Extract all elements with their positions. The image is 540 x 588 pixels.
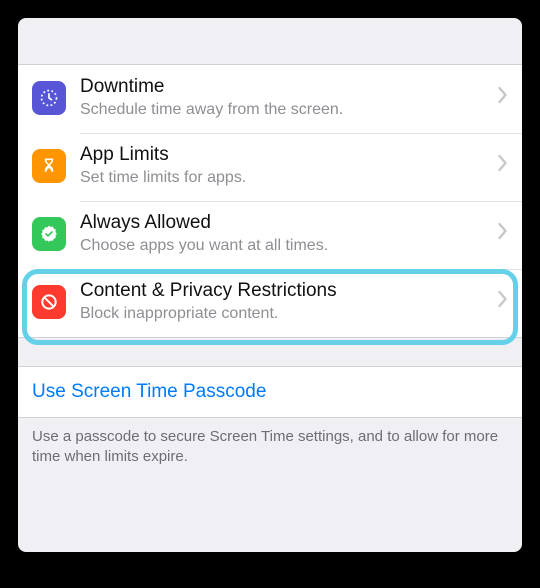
spacer [18, 338, 522, 366]
row-subtitle: Block inappropriate content. [80, 304, 491, 323]
hourglass-icon [32, 149, 66, 183]
checkmark-seal-icon [32, 217, 66, 251]
row-use-passcode[interactable]: Use Screen Time Passcode [18, 366, 522, 418]
spacer-top [18, 18, 522, 64]
row-title: App Limits [80, 144, 491, 167]
settings-group: Downtime Schedule time away from the scr… [18, 64, 522, 338]
row-app-limits[interactable]: App Limits Set time limits for apps. [18, 133, 522, 201]
row-content-privacy[interactable]: Content & Privacy Restrictions Block ina… [18, 269, 522, 337]
settings-screen: Downtime Schedule time away from the scr… [18, 18, 522, 552]
chevron-right-icon [497, 86, 508, 109]
use-passcode-link[interactable]: Use Screen Time Passcode [32, 381, 266, 402]
row-title: Content & Privacy Restrictions [80, 280, 491, 303]
chevron-right-icon [497, 154, 508, 177]
chevron-right-icon [497, 290, 508, 313]
downtime-icon [32, 81, 66, 115]
no-symbol-icon [32, 285, 66, 319]
row-subtitle: Choose apps you want at all times. [80, 236, 491, 255]
row-title: Always Allowed [80, 212, 491, 235]
chevron-right-icon [497, 222, 508, 245]
row-subtitle: Schedule time away from the screen. [80, 100, 491, 119]
row-texts: App Limits Set time limits for apps. [80, 144, 491, 188]
row-subtitle: Set time limits for apps. [80, 168, 491, 187]
row-title: Downtime [80, 76, 491, 99]
row-always-allowed[interactable]: Always Allowed Choose apps you want at a… [18, 201, 522, 269]
row-texts: Always Allowed Choose apps you want at a… [80, 212, 491, 256]
row-texts: Downtime Schedule time away from the scr… [80, 76, 491, 120]
group-footer: Use a passcode to secure Screen Time set… [18, 418, 522, 468]
row-texts: Content & Privacy Restrictions Block ina… [80, 280, 491, 324]
row-downtime[interactable]: Downtime Schedule time away from the scr… [18, 65, 522, 133]
